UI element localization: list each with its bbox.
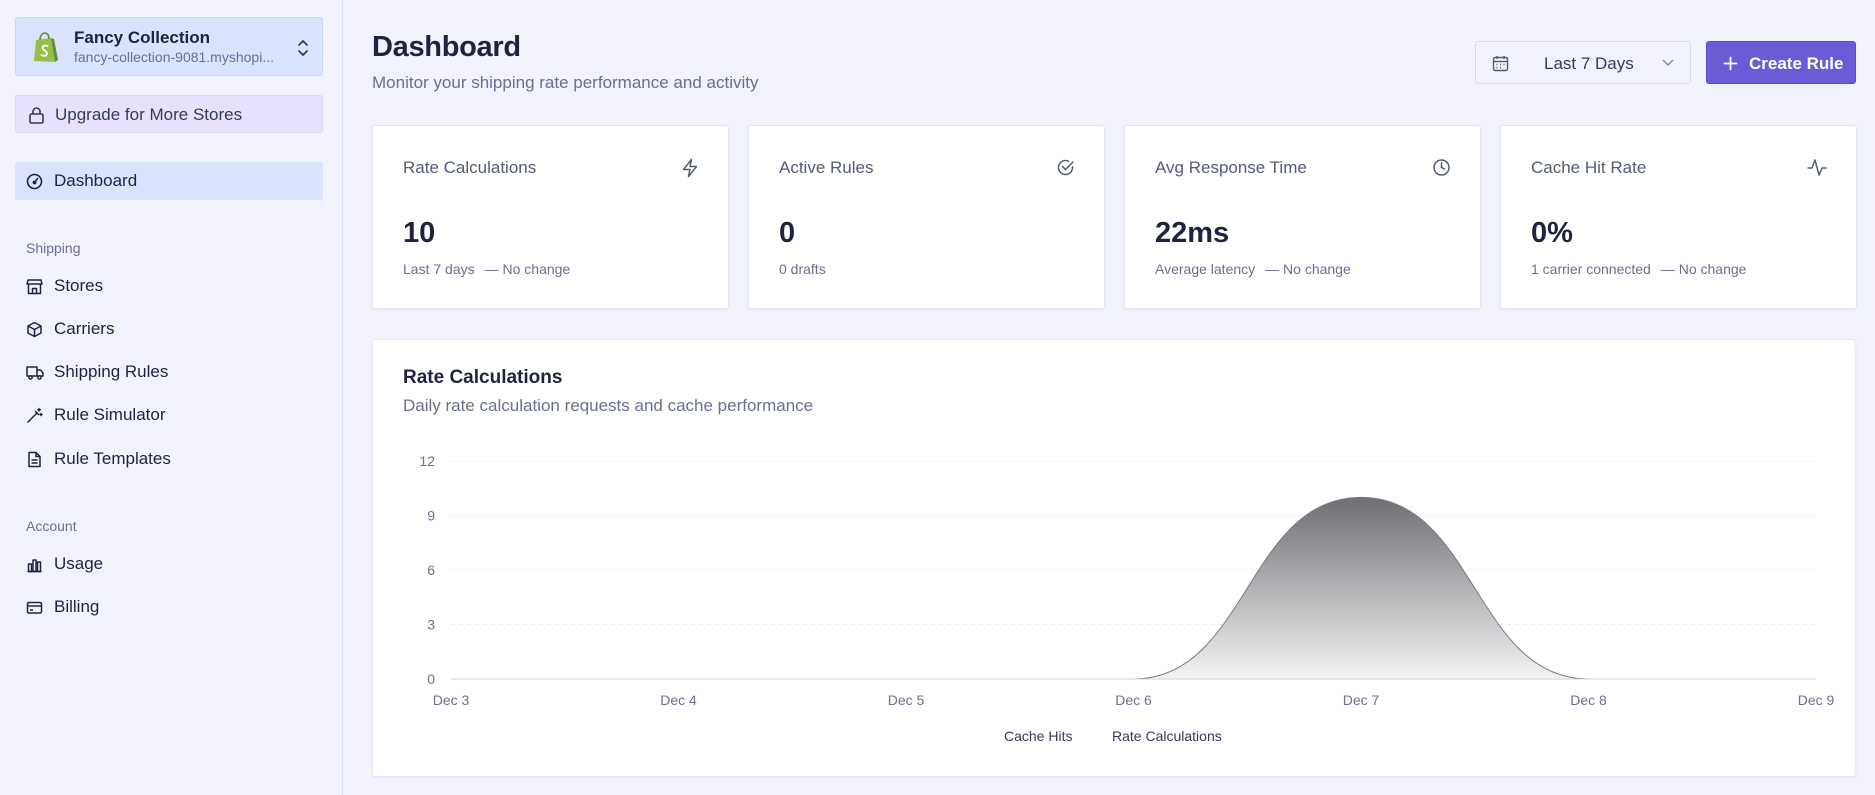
sidebar-item-label: Rule Simulator [54,405,166,424]
sidebar-item-label: Stores [54,276,104,295]
sidebar-item-label: Rule Templates [54,449,171,468]
y-tick-label: 3 [427,617,435,633]
chevron-up-down-icon [296,38,310,58]
check-circle-icon [1056,158,1075,177]
x-tick-label: Dec 6 [1115,692,1152,708]
stat-note: Average latency [1155,261,1256,277]
zap-icon [681,158,699,178]
sidebar-item-label: Carriers [54,319,115,338]
stat-note: 1 carrier connected [1531,261,1651,277]
sidebar-item-rule-simulator[interactable]: Rule Simulator [15,396,323,434]
wand-icon [26,407,43,424]
x-tick-label: Dec 5 [888,692,925,708]
create-rule-label: Create Rule [1749,54,1844,73]
create-rule-button[interactable]: Create Rule [1706,41,1856,84]
sidebar-item-dashboard[interactable]: Dashboard [15,162,323,200]
stat-change: — No change [1265,261,1351,277]
file-icon [26,451,43,468]
x-tick-label: Dec 7 [1343,692,1380,708]
stat-note: Last 7 days [403,261,475,277]
box-icon [26,321,43,338]
sidebar-item-shipping-rules[interactable]: Shipping Rules [15,353,323,391]
sidebar-item-label: Usage [54,554,104,573]
clock-icon [1432,158,1451,177]
date-range-select[interactable]: Last 7 Days [1475,41,1691,84]
y-tick-label: 6 [427,562,435,578]
y-tick-label: 9 [427,508,435,524]
y-tick-label: 12 [419,453,435,469]
section-title-account: Account [26,518,77,534]
y-tick-label: 0 [427,671,435,687]
store-icon [26,278,43,295]
chevron-down-icon [1662,59,1674,67]
stat-change: — No change [1660,261,1747,277]
sidebar-item-rule-templates[interactable]: Rule Templates [15,440,323,478]
sidebar-item-carriers[interactable]: Carriers [15,310,323,348]
stat-change: — No change [484,261,571,277]
upgrade-button[interactable]: Upgrade for More Stores [15,95,323,133]
legend-item-cache-hits[interactable]: Cache Hits [1004,728,1072,744]
credit-card-icon [26,599,43,616]
x-tick-label: Dec 4 [660,692,697,708]
sidebar-item-billing[interactable]: Billing [15,588,323,626]
stat-card-cache-hit-rate: Cache Hit Rate 0% 1 carrier connected — N… [1500,125,1857,309]
series-line-rate-calculations [451,496,1816,680]
x-tick-label: Dec 3 [433,692,470,708]
truck-icon [26,364,44,381]
rate-calculations-chart-card: Rate Calculations Daily rate calculation… [372,339,1856,777]
sidebar-item-stores[interactable]: Stores [15,267,323,305]
stat-value: 0 [779,217,796,249]
stat-card-avg-response-time: Avg Response Time 22ms Average latency — … [1124,125,1481,309]
gauge-icon [26,173,43,190]
plus-icon [1723,56,1738,71]
section-title-shipping: Shipping [26,240,81,256]
sidebar-item-label: Billing [54,597,100,616]
calendar-icon [1492,55,1509,72]
page-subtitle: Monitor your shipping rate performance a… [372,73,759,92]
lock-icon [28,106,45,124]
sidebar-item-usage[interactable]: Usage [15,545,323,583]
store-switcher[interactable]: Fancy Collection fancy-collection-9081.m… [15,17,323,76]
upgrade-label: Upgrade for More Stores [55,105,243,124]
stat-card-rate-calculations: Rate Calculations 10 Last 7 days — No cha… [372,125,729,309]
store-domain: fancy-collection-9081.myshopi... [74,49,274,65]
sidebar-item-label: Dashboard [54,171,138,190]
stat-value: 10 [403,217,436,249]
stat-title: Avg Response Time [1155,158,1307,177]
stat-note: 0 drafts [779,261,826,277]
stat-title: Cache Hit Rate [1531,158,1647,177]
store-name: Fancy Collection [74,28,211,47]
sidebar-item-label: Shipping Rules [54,362,169,381]
area-chart: 0 3 6 9 12 Dec 3 Dec 4 Dec 5 Dec 6 Dec 7 Dec 8 Dec … [419,453,1835,708]
x-tick-label: Dec 8 [1570,692,1607,708]
stat-value: 22ms [1155,217,1230,249]
activity-icon [1807,158,1827,177]
stat-title: Active Rules [779,158,874,177]
x-tick-label: Dec 9 [1798,692,1835,708]
series-area-rate-calculations [451,497,1816,679]
date-range-label: Last 7 Days [1544,54,1634,73]
shopify-logo-icon [31,32,59,64]
page-title: Dashboard [372,31,521,63]
legend-item-rate-calculations[interactable]: Rate Calculations [1112,728,1222,744]
bar-chart-icon [26,556,43,573]
stat-title: Rate Calculations [403,158,537,177]
stat-value: 0% [1531,217,1573,249]
sidebar: Fancy Collection fancy-collection-9081.m… [0,0,343,795]
stat-card-active-rules: Active Rules 0 0 drafts [748,125,1105,309]
